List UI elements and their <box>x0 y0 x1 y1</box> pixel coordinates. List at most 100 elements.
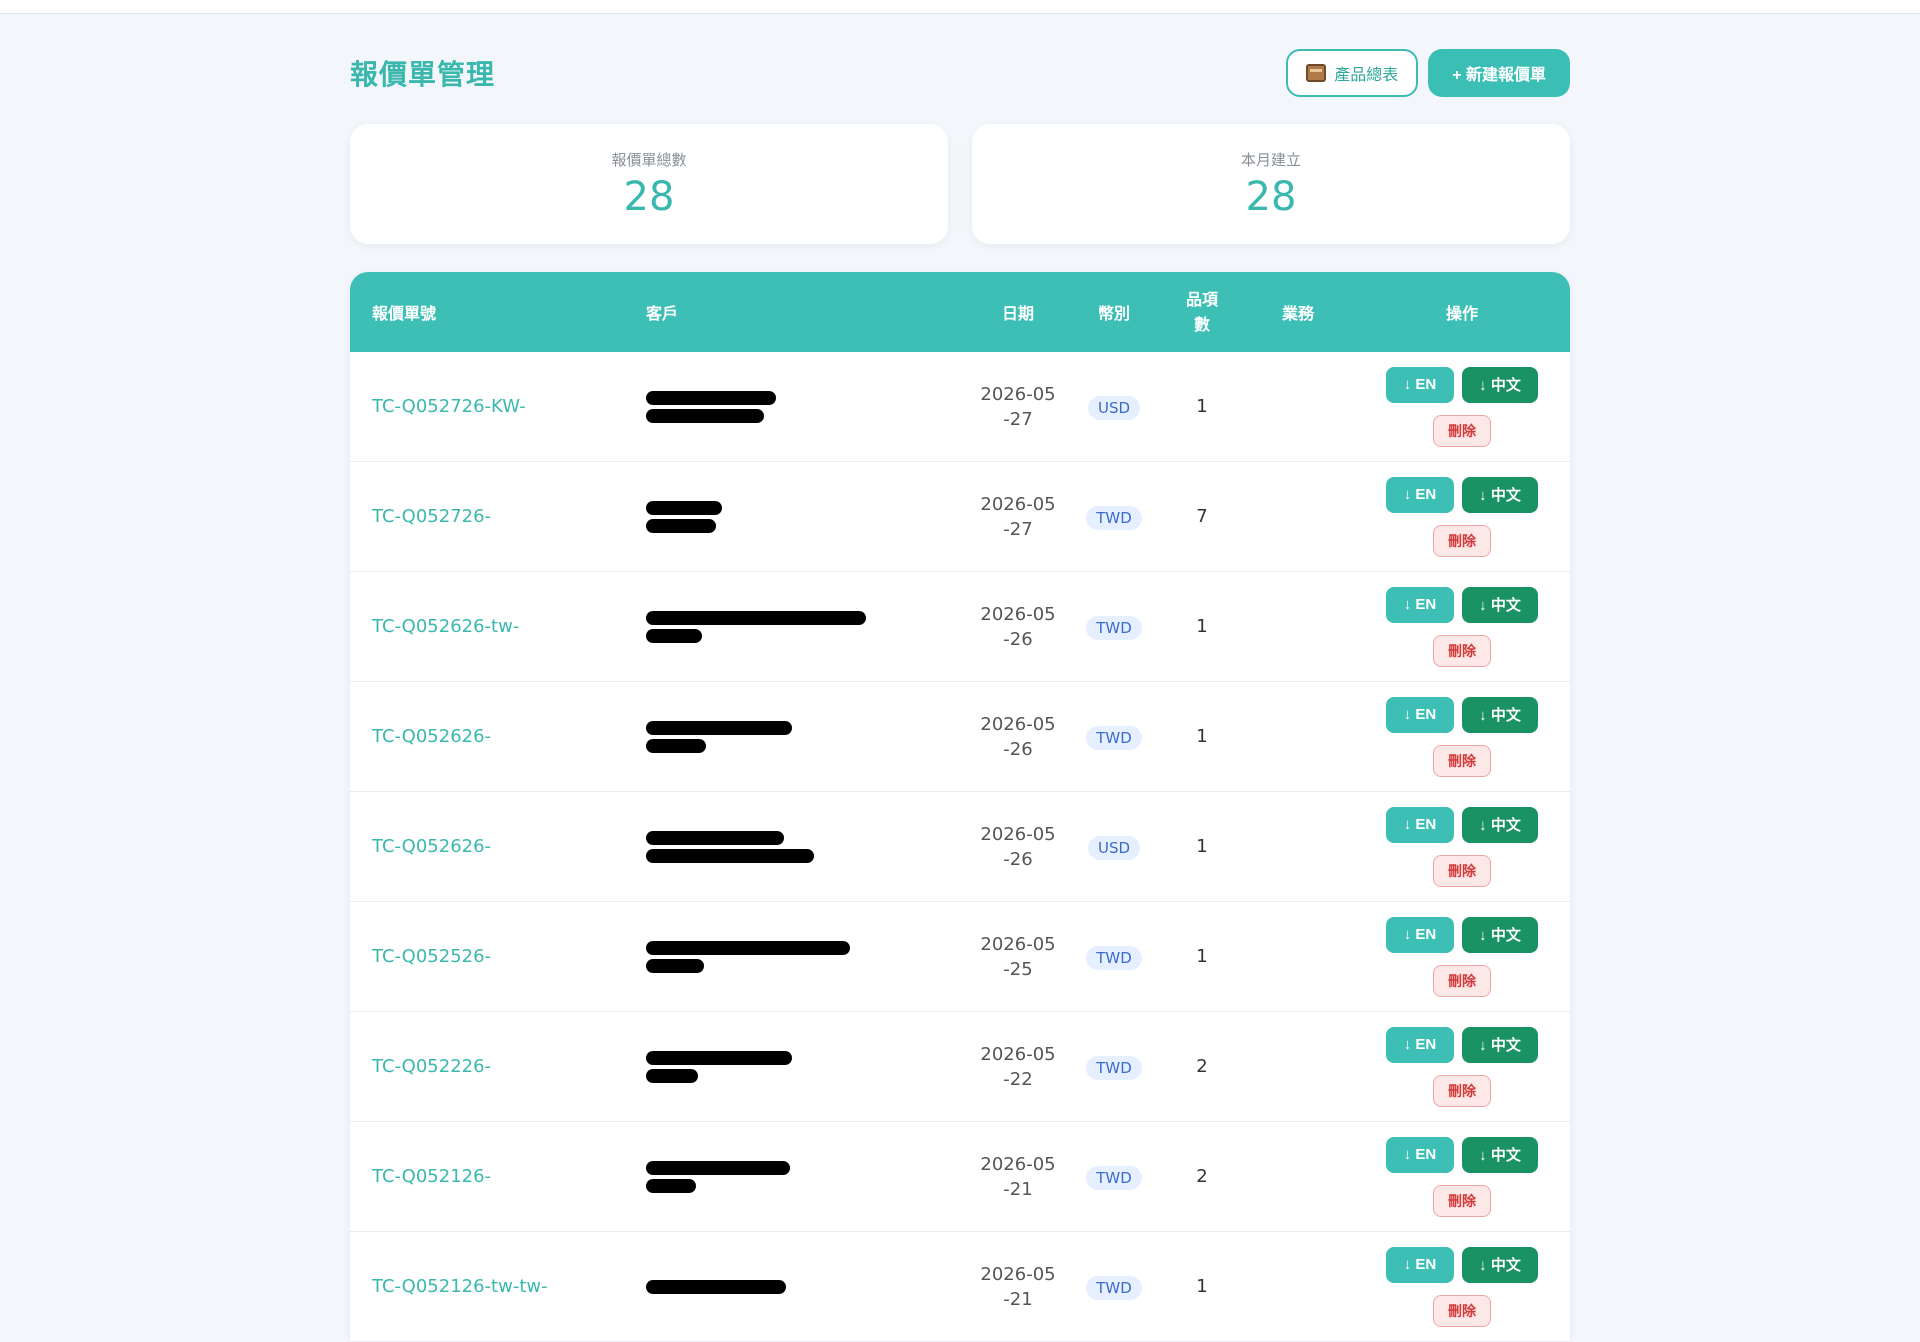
row-actions: ↓ EN ↓ 中文 刪除 <box>1386 476 1538 557</box>
download-zh-button[interactable]: ↓ 中文 <box>1462 1246 1538 1283</box>
currency-badge: TWD <box>1086 725 1142 750</box>
column-header-currency: 幣別 <box>1097 304 1130 323</box>
download-zh-button[interactable]: ↓ 中文 <box>1462 1136 1538 1173</box>
page-header: 報價單管理 產品總表 + 新建報價單 <box>350 14 1570 124</box>
download-en-button[interactable]: ↓ EN <box>1386 1246 1454 1283</box>
quote-id-link[interactable]: TC-Q052626- <box>372 726 491 747</box>
currency-badge: TWD <box>1086 615 1142 640</box>
quote-id-link[interactable]: TC-Q052126-tw-tw- <box>372 1276 548 1297</box>
header-actions: 產品總表 + 新建報價單 <box>1286 49 1570 97</box>
stats-row: 報價單總數 28 本月建立 28 <box>350 124 1570 244</box>
row-actions: ↓ EN ↓ 中文 刪除 <box>1386 1026 1538 1107</box>
product-list-label: 產品總表 <box>1334 67 1399 84</box>
delete-button[interactable]: 刪除 <box>1433 524 1491 557</box>
download-zh-button[interactable]: ↓ 中文 <box>1462 806 1538 843</box>
download-zh-button[interactable]: ↓ 中文 <box>1462 1026 1538 1063</box>
delete-button[interactable]: 刪除 <box>1433 634 1491 667</box>
page-title: 報價單管理 <box>350 58 496 91</box>
column-header-items-label: 品項數 <box>1185 290 1218 334</box>
quote-date: 2026-05-21 <box>980 1153 1056 1200</box>
box-icon <box>1306 64 1327 82</box>
quote-id-link[interactable]: TC-Q052726- <box>372 506 491 527</box>
currency-badge: TWD <box>1086 1165 1142 1190</box>
quote-date: 2026-05-22 <box>980 1043 1056 1090</box>
quote-date: 2026-05-26 <box>980 713 1056 760</box>
table-header: 報價單號 客戶 日期 幣別 品項數 業務 操作 <box>350 272 1570 352</box>
delete-button[interactable]: 刪除 <box>1433 1294 1491 1327</box>
redacted-client <box>646 1160 790 1193</box>
quote-id-link[interactable]: TC-Q052226- <box>372 1056 491 1077</box>
top-bar <box>0 0 1920 14</box>
stat-card-month: 本月建立 28 <box>972 124 1570 244</box>
redacted-client <box>646 830 814 863</box>
download-en-button[interactable]: ↓ EN <box>1386 1136 1454 1173</box>
quote-id-link[interactable]: TC-Q052126- <box>372 1166 491 1187</box>
delete-button[interactable]: 刪除 <box>1433 854 1491 887</box>
currency-badge: TWD <box>1086 505 1142 530</box>
product-list-button[interactable]: 產品總表 <box>1286 49 1419 97</box>
delete-button[interactable]: 刪除 <box>1433 744 1491 777</box>
quote-id-link[interactable]: TC-Q052626- <box>372 836 491 857</box>
redacted-client <box>646 610 866 643</box>
redacted-client <box>646 940 850 973</box>
currency-badge: TWD <box>1086 1055 1142 1080</box>
download-zh-button[interactable]: ↓ 中文 <box>1462 476 1538 513</box>
item-count: 1 <box>1196 396 1208 417</box>
table-row: TC-Q052726- 2026-05-27 TWD 7 ↓ EN ↓ 中文 刪… <box>350 462 1570 572</box>
download-en-button[interactable]: ↓ EN <box>1386 1026 1454 1063</box>
row-actions: ↓ EN ↓ 中文 刪除 <box>1386 1246 1538 1327</box>
currency-badge: TWD <box>1086 1275 1142 1300</box>
quotes-table: 報價單號 客戶 日期 幣別 品項數 業務 操作 TC-Q052726-KW- 2… <box>350 272 1570 1342</box>
table-row: TC-Q052126- 2026-05-21 TWD 2 ↓ EN ↓ 中文 刪… <box>350 1122 1570 1232</box>
row-actions: ↓ EN ↓ 中文 刪除 <box>1386 366 1538 447</box>
download-zh-button[interactable]: ↓ 中文 <box>1462 696 1538 733</box>
item-count: 1 <box>1196 726 1208 747</box>
stat-label: 本月建立 <box>1240 150 1301 169</box>
table-row: TC-Q052726-KW- 2026-05-27 USD 1 ↓ EN ↓ 中… <box>350 352 1570 462</box>
download-zh-button[interactable]: ↓ 中文 <box>1462 366 1538 403</box>
column-header-client: 客戶 <box>646 304 679 323</box>
item-count: 7 <box>1196 506 1208 527</box>
new-quote-button[interactable]: + 新建報價單 <box>1428 49 1570 97</box>
download-en-button[interactable]: ↓ EN <box>1386 806 1454 843</box>
download-en-button[interactable]: ↓ EN <box>1386 696 1454 733</box>
row-actions: ↓ EN ↓ 中文 刪除 <box>1386 586 1538 667</box>
delete-button[interactable]: 刪除 <box>1433 414 1491 447</box>
redacted-client <box>646 1050 792 1083</box>
download-en-button[interactable]: ↓ EN <box>1386 366 1454 403</box>
row-actions: ↓ EN ↓ 中文 刪除 <box>1386 916 1538 997</box>
main-container: 報價單管理 產品總表 + 新建報價單 報價單總數 28 本月建立 28 報價單號… <box>350 14 1570 1342</box>
quote-id-link[interactable]: TC-Q052526- <box>372 946 491 967</box>
item-count: 1 <box>1196 836 1208 857</box>
column-header-id: 報價單號 <box>372 304 437 323</box>
item-count: 2 <box>1196 1056 1208 1077</box>
delete-button[interactable]: 刪除 <box>1433 964 1491 997</box>
quote-id-link[interactable]: TC-Q052626-tw- <box>372 616 519 637</box>
stat-value: 28 <box>623 173 675 220</box>
table-row: TC-Q052626-tw- 2026-05-26 TWD 1 ↓ EN ↓ 中… <box>350 572 1570 682</box>
quote-id-link[interactable]: TC-Q052726-KW- <box>372 396 526 417</box>
column-header-items: 品項數 <box>1162 287 1242 337</box>
download-en-button[interactable]: ↓ EN <box>1386 586 1454 623</box>
column-header-date: 日期 <box>1001 304 1034 323</box>
download-en-button[interactable]: ↓ EN <box>1386 916 1454 953</box>
item-count: 1 <box>1196 1276 1208 1297</box>
download-zh-button[interactable]: ↓ 中文 <box>1462 916 1538 953</box>
redacted-client <box>646 720 792 753</box>
redacted-client <box>646 500 722 533</box>
delete-button[interactable]: 刪除 <box>1433 1184 1491 1217</box>
quote-date: 2026-05-27 <box>980 383 1056 430</box>
download-zh-button[interactable]: ↓ 中文 <box>1462 586 1538 623</box>
item-count: 2 <box>1196 1166 1208 1187</box>
item-count: 1 <box>1196 946 1208 967</box>
quote-date: 2026-05-26 <box>980 603 1056 650</box>
column-header-ops: 操作 <box>1445 304 1478 323</box>
table-row: TC-Q052226- 2026-05-22 TWD 2 ↓ EN ↓ 中文 刪… <box>350 1012 1570 1122</box>
delete-button[interactable]: 刪除 <box>1433 1074 1491 1107</box>
download-en-button[interactable]: ↓ EN <box>1386 476 1454 513</box>
redacted-client <box>646 390 776 423</box>
column-header-sales: 業務 <box>1281 304 1314 323</box>
table-row: TC-Q052126-tw-tw- 2026-05-21 TWD 1 ↓ EN … <box>350 1232 1570 1342</box>
quote-date: 2026-05-27 <box>980 493 1056 540</box>
stat-label: 報價單總數 <box>611 150 687 169</box>
